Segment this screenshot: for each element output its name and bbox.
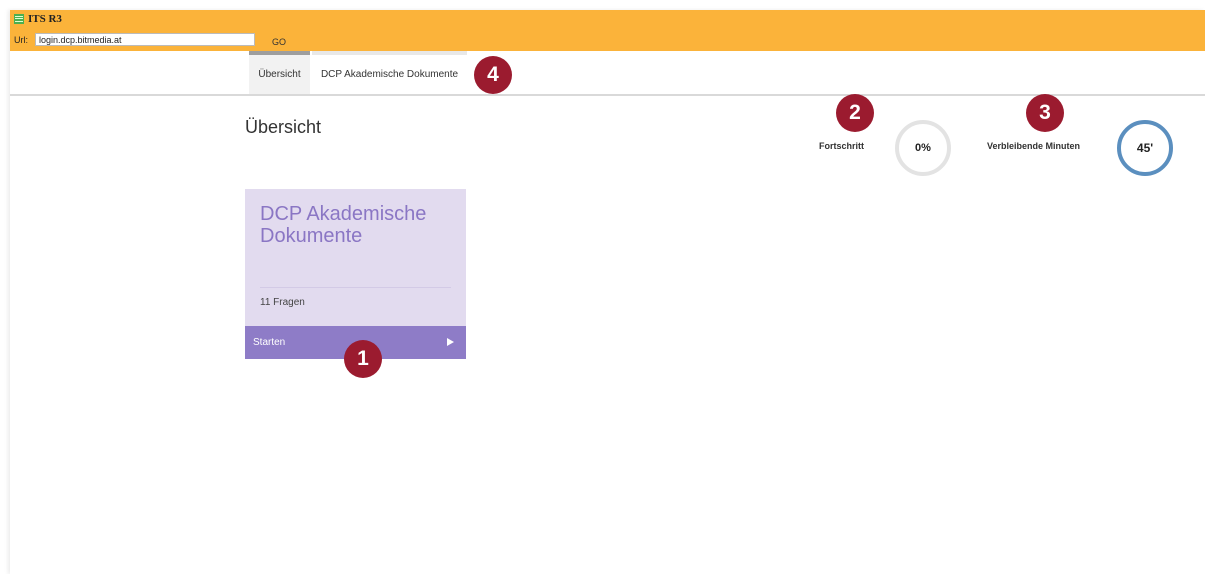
annotation-marker-2: 2: [836, 94, 874, 132]
progress-label: Fortschritt: [819, 141, 864, 151]
page-title: Übersicht: [245, 117, 322, 137]
remaining-minutes-label: Verbleibende Minuten: [987, 141, 1081, 151]
annotation-marker-3: 3: [1026, 94, 1064, 132]
tab-bar: Übersicht DCP Akademische Dokumente: [10, 51, 1205, 96]
top-bar: ITS R3 Url: GO: [10, 10, 1205, 51]
app-window: ITS R3 Url: GO Übersicht DCP Akademische…: [10, 10, 1205, 574]
card-divider: [260, 287, 451, 288]
progress-indicator: 0%: [895, 120, 951, 176]
tab-dcp-academic-documents[interactable]: DCP Akademische Dokumente: [312, 51, 467, 94]
tab-overview[interactable]: Übersicht: [249, 51, 310, 94]
url-label: Url:: [14, 35, 28, 45]
annotation-marker-4: 4: [474, 56, 512, 94]
url-input[interactable]: [35, 33, 255, 46]
module-card: DCP Akademische Dokumente 11 Fragen Star…: [245, 189, 466, 359]
app-logo-icon: [14, 14, 24, 24]
remaining-minutes-value: 45': [1136, 141, 1154, 155]
progress-value: 0%: [915, 142, 931, 154]
annotation-marker-1: 1: [344, 340, 382, 378]
app-title-text: ITS R3: [28, 13, 62, 25]
start-button-label: Starten: [253, 337, 286, 348]
module-card-title: DCP Akademische Dokumente: [260, 203, 427, 247]
remaining-minutes-indicator: 45': [1117, 120, 1173, 176]
go-button[interactable]: GO: [272, 37, 286, 47]
question-count: 11 Fragen: [260, 297, 305, 308]
play-icon: [447, 338, 454, 346]
app-title: ITS R3: [14, 13, 62, 25]
